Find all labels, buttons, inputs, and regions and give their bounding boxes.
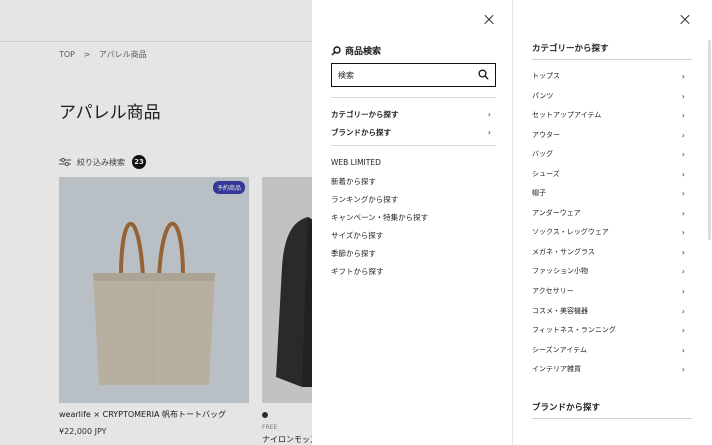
category-label: ソックス・レッグウェア: [532, 228, 609, 236]
chevron-right-icon: ›: [681, 149, 685, 159]
chevron-right-icon: ›: [681, 247, 685, 257]
category-item[interactable]: セットアップアイテム ›: [532, 110, 685, 120]
link-web-limited[interactable]: WEB LIMITED: [331, 158, 381, 167]
category-label: メガネ・サングラス: [532, 248, 595, 256]
chevron-right-icon: ›: [681, 130, 685, 140]
category-item[interactable]: アウター ›: [532, 130, 685, 140]
chevron-right-icon: ›: [681, 325, 685, 335]
link-gift[interactable]: ギフトから探す: [331, 266, 384, 277]
category-label: セットアップアイテム: [532, 111, 602, 119]
link-ranking[interactable]: ランキングから探す: [331, 194, 398, 205]
category-label: コスメ・美容機器: [532, 307, 588, 315]
nav-brand-search[interactable]: ブランドから探す ›: [331, 127, 491, 138]
search-submit-icon[interactable]: [478, 69, 489, 80]
category-item[interactable]: 帽子 ›: [532, 188, 685, 198]
category-item[interactable]: バッグ ›: [532, 149, 685, 159]
chevron-right-icon: ›: [681, 227, 685, 237]
search-menu-drawer: 商品検索 カテゴリーから探す › ブランドから探す › WEB LIMITED …: [312, 0, 512, 445]
category-item[interactable]: アンダーウェア ›: [532, 208, 685, 218]
divider: [331, 145, 496, 146]
nav-item-label: カテゴリーから探す: [331, 110, 399, 119]
chevron-right-icon: ›: [681, 188, 685, 198]
chevron-right-icon: ›: [681, 208, 685, 218]
search-heading-label: 商品検索: [345, 47, 382, 57]
category-item[interactable]: ソックス・レッグウェア ›: [532, 227, 685, 237]
link-season[interactable]: 季節から探す: [331, 248, 376, 259]
link-campaign[interactable]: キャンペーン・特集から探す: [331, 212, 428, 223]
chevron-right-icon: ›: [681, 169, 685, 179]
chevron-right-icon: ›: [681, 286, 685, 296]
category-label: アウター: [532, 131, 560, 139]
category-item[interactable]: ファッション小物 ›: [532, 266, 685, 276]
close-icon[interactable]: [482, 13, 496, 27]
brand-heading: ブランドから探す: [532, 403, 601, 413]
chevron-right-icon: ›: [681, 345, 685, 355]
category-item[interactable]: アクセサリー ›: [532, 286, 685, 296]
category-label: シューズ: [532, 170, 560, 178]
category-item[interactable]: フィットネス・ランニング ›: [532, 325, 685, 335]
link-size[interactable]: サイズから探す: [331, 230, 383, 241]
category-label: トップス: [532, 72, 560, 80]
category-item[interactable]: インテリア雑貨 ›: [532, 364, 685, 374]
category-label: パンツ: [532, 92, 554, 100]
category-item[interactable]: メガネ・サングラス ›: [532, 247, 685, 257]
category-label: アクセサリー: [532, 287, 574, 295]
chevron-right-icon: ›: [681, 364, 685, 374]
chevron-right-icon: ›: [681, 266, 685, 276]
category-label: インテリア雑貨: [532, 365, 581, 373]
link-new-arrivals[interactable]: 新着から探す: [331, 176, 376, 187]
search-input[interactable]: [338, 70, 468, 80]
category-label: ファッション小物: [532, 267, 588, 275]
category-label: アンダーウェア: [532, 209, 581, 217]
search-box: [331, 63, 496, 87]
category-item[interactable]: トップス ›: [532, 71, 685, 81]
chevron-right-icon: ›: [681, 71, 685, 81]
category-item[interactable]: シーズンアイテム ›: [532, 345, 685, 355]
category-item[interactable]: シューズ ›: [532, 169, 685, 179]
search-heading: 商品検索: [331, 44, 381, 57]
search-icon: [331, 45, 341, 55]
divider: [532, 418, 692, 419]
category-item[interactable]: パンツ ›: [532, 91, 685, 101]
divider: [331, 97, 496, 98]
chevron-right-icon: ›: [681, 110, 685, 120]
chevron-right-icon: ›: [487, 110, 491, 119]
category-label: シーズンアイテム: [532, 346, 587, 354]
nav-category-search[interactable]: カテゴリーから探す ›: [331, 109, 491, 120]
chevron-right-icon: ›: [681, 306, 685, 316]
chevron-right-icon: ›: [681, 91, 685, 101]
category-heading: カテゴリーから探す: [532, 44, 609, 54]
nav-item-label: ブランドから探す: [331, 128, 391, 137]
chevron-right-icon: ›: [487, 128, 491, 137]
category-label: 帽子: [532, 189, 546, 197]
scrollbar[interactable]: [708, 40, 711, 240]
divider: [532, 59, 692, 60]
category-drawer: カテゴリーから探す トップス › パンツ › セットアップアイテム › アウター › バ…: [513, 0, 712, 445]
close-icon[interactable]: [678, 13, 692, 27]
category-label: フィットネス・ランニング: [532, 326, 616, 334]
category-item[interactable]: コスメ・美容機器 ›: [532, 306, 685, 316]
category-label: バッグ: [532, 150, 553, 158]
